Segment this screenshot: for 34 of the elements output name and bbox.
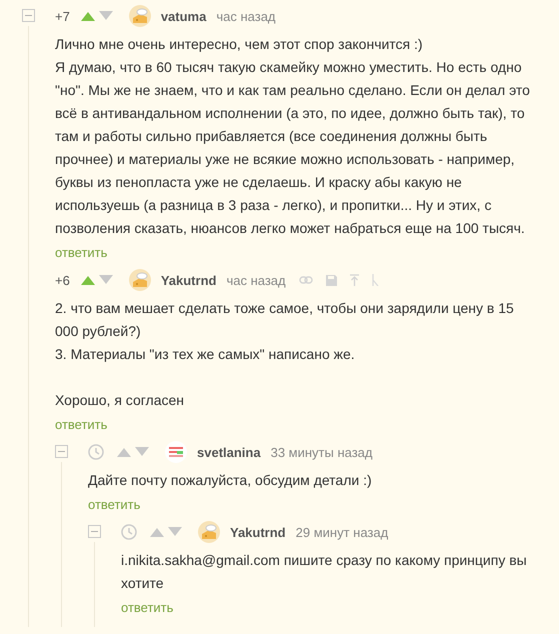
collapse-button[interactable] [55,445,68,458]
comment-text: Лично мне очень интересно, чем этот спор закончится :) [55,35,424,54]
comment-text: 3. Материалы "из тех же самых" написано же. [55,345,356,364]
link-icon[interactable] [298,275,313,285]
collapse-button[interactable] [88,525,101,538]
comment-time: 29 минут назад [296,524,388,540]
downvote-icon[interactable] [135,447,149,457]
save-icon[interactable] [326,274,337,286]
rating-count: +7 [55,8,70,24]
upvote-icon[interactable] [80,11,95,21]
branch-icon[interactable] [372,274,379,286]
collapse-button[interactable] [22,9,35,22]
upvote-icon[interactable] [80,275,95,285]
comment-time: час назад [226,272,286,288]
arrow-up-icon[interactable] [350,274,359,286]
comment-text: i.nikita.sakha@gmail.com пишите сразу по какому принципу вы хотите [121,551,528,593]
upvote-icon[interactable] [150,527,164,537]
comment-time: 33 минуты назад [270,444,372,460]
comment-text: Дайте почту пожалуйста, обсудим детали :) [88,471,373,490]
clock-icon [88,444,104,460]
downvote-icon[interactable] [168,527,182,537]
author-name[interactable]: svetlanina [197,444,261,460]
downvote-icon[interactable] [98,11,113,21]
comment-text: 2. что вам мешает сделать тоже самое, чтобы они зарядили цену в 15 000 рублей?) [55,299,515,341]
comment-text: Я думаю, что в 60 тысяч такую скамейку можно уместить. Но есть одно "но". Мы же не знаем, что и как там реально сделано. Если он делал это всё в антивандальном исполнении (а это, по идее, должно быть так), то там и работы сильно прибавляется (все соединения должны быть прочнее) и материалы уже не всякие можно использовать - например, буквы из пенопласта уже не сделаешь. И краску абы какую не используешь (а разница в 3 раза - легко), и пропитки... Ну и этих, с позволения сказать, нюансов легко может набраться еще на 100 тысяч. [55,58,531,238]
author-name[interactable]: vatuma [160,8,206,24]
comment-time: час назад [216,8,276,24]
comment-text: Хорошо, я согласен [55,391,186,410]
author-name[interactable]: Yakutrnd [160,272,216,288]
upvote-icon[interactable] [117,447,131,457]
author-name[interactable]: Yakutrnd [230,524,286,540]
rating-count: +6 [55,272,70,288]
clock-icon [121,524,137,540]
downvote-icon[interactable] [98,275,113,285]
